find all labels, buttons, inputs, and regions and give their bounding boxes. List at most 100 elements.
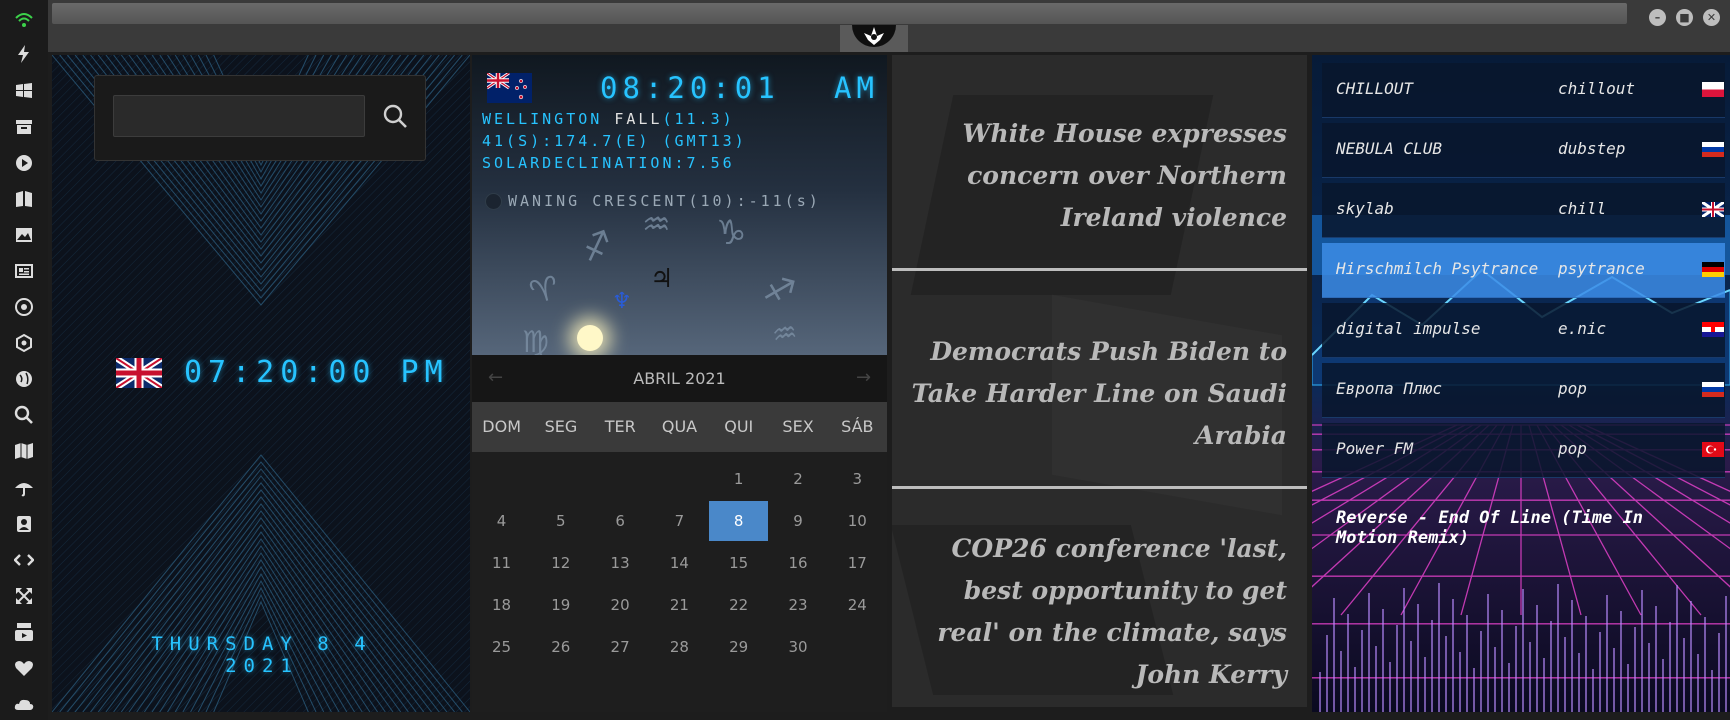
zodiac-capricorn-icon: ♑: [716, 213, 747, 253]
calendar-day[interactable]: 30: [769, 627, 828, 667]
neptune-symbol: ♆: [612, 289, 632, 314]
station-name: NEBULA CLUB: [1336, 139, 1442, 158]
russia-flag-icon: [1702, 142, 1724, 157]
search-icon[interactable]: [12, 403, 36, 427]
calendar-day[interactable]: 4: [472, 501, 531, 541]
remote-ampm: AM: [834, 71, 879, 105]
station-genre: dubstep: [1558, 139, 1626, 158]
maximize-button[interactable]: ■: [1676, 9, 1693, 26]
calendar-day[interactable]: 5: [531, 501, 590, 541]
calendar-day[interactable]: 9: [769, 501, 828, 541]
hexagon-icon[interactable]: [12, 331, 36, 355]
prev-month-arrow-icon[interactable]: ←: [488, 367, 503, 388]
umbrella-icon[interactable]: [12, 476, 36, 500]
globe-icon[interactable]: [12, 367, 36, 391]
search-input[interactable]: [113, 95, 365, 137]
location-extra: (11.3): [662, 110, 735, 128]
app-sidebar: [0, 0, 48, 720]
station-name: Европа Плюс: [1336, 379, 1442, 398]
calendar-day[interactable]: 25: [472, 627, 531, 667]
calendar-day[interactable]: 20: [591, 585, 650, 625]
calendar-day[interactable]: 17: [828, 543, 887, 583]
news-divider: [892, 486, 1307, 489]
radio-station-item[interactable]: Hirschmilch Psytrance psytrance: [1322, 243, 1725, 298]
calendar-day[interactable]: 19: [531, 585, 590, 625]
calendar-day[interactable]: 1: [709, 459, 768, 499]
calendar-day[interactable]: 13: [591, 543, 650, 583]
bolt-icon[interactable]: [12, 42, 36, 66]
jupiter-symbol: ♃: [650, 264, 674, 294]
calendar-day[interactable]: 24: [828, 585, 887, 625]
news-headline[interactable]: Democrats Push Biden to Take Harder Line…: [907, 331, 1287, 457]
calendar-day[interactable]: 18: [472, 585, 531, 625]
image-icon[interactable]: [12, 223, 36, 247]
radio-station-item[interactable]: skylab chill: [1322, 183, 1725, 238]
world-clock-widget: 08:20:01 AM WELLINGTON FALL(11.3) 41(S):…: [472, 55, 887, 355]
uk-flag-icon: [1702, 202, 1724, 217]
radio-station-item[interactable]: Power FM pop: [1322, 423, 1725, 478]
wifi-icon[interactable]: [12, 8, 36, 32]
radio-station-item[interactable]: Европа Плюс pop: [1322, 363, 1725, 418]
uk-flag-icon: [116, 358, 162, 388]
new-zealand-flag-icon: [487, 73, 532, 103]
radio-station-item[interactable]: NEBULA CLUB dubstep: [1322, 123, 1725, 178]
calendar-day[interactable]: 21: [650, 585, 709, 625]
weekday-label: DOM: [482, 417, 521, 436]
coordinates-line: 41(S):174.7(E) (GMT13): [482, 132, 747, 150]
location-name: WELLINGTON: [482, 110, 615, 128]
calendar-day[interactable]: 26: [531, 627, 590, 667]
cloud-icon[interactable]: [12, 692, 36, 716]
code-icon[interactable]: [12, 548, 36, 572]
calendar-day[interactable]: 15: [709, 543, 768, 583]
radio-station-item[interactable]: CHILLOUT chillout: [1322, 63, 1725, 118]
turkey-flag-icon: [1702, 442, 1724, 457]
calendar-day[interactable]: 7: [650, 501, 709, 541]
calendar-day[interactable]: 22: [709, 585, 768, 625]
calendar-day[interactable]: 28: [650, 627, 709, 667]
next-month-arrow-icon[interactable]: →: [856, 367, 871, 388]
calendar-day[interactable]: 12: [531, 543, 590, 583]
archive-icon[interactable]: [12, 115, 36, 139]
calendar-day[interactable]: 14: [650, 543, 709, 583]
close-button[interactable]: ✕: [1703, 9, 1720, 26]
heart-icon[interactable]: [12, 656, 36, 680]
radio-station-item[interactable]: digital impulse e.nic: [1322, 303, 1725, 358]
windows-icon[interactable]: [12, 79, 36, 103]
expand-icon[interactable]: [12, 584, 36, 608]
weekday-label: TER: [604, 417, 636, 436]
local-date: THURSDAY 8 4 2021: [151, 633, 373, 677]
russia-flag-icon: [1702, 382, 1724, 397]
book-icon[interactable]: [12, 187, 36, 211]
calendar-day[interactable]: 29: [709, 627, 768, 667]
station-genre: pop: [1558, 439, 1587, 458]
weekday-label: QUA: [661, 417, 698, 436]
station-genre: psytrance: [1558, 259, 1645, 278]
play-icon[interactable]: [12, 151, 36, 175]
contact-icon[interactable]: [12, 512, 36, 536]
youtube-icon[interactable]: [12, 620, 36, 644]
settings-cog-icon[interactable]: [12, 295, 36, 319]
search-button[interactable]: [377, 98, 413, 134]
minimize-button[interactable]: –: [1649, 9, 1666, 26]
news-headline[interactable]: COP26 conference 'last, best opportunity…: [907, 528, 1287, 696]
calendar-day[interactable]: 3: [828, 459, 887, 499]
calendar-day-today[interactable]: 8: [709, 501, 769, 541]
station-name: CHILLOUT: [1336, 79, 1414, 98]
calendar-day[interactable]: 2: [769, 459, 828, 499]
calendar-day[interactable]: 23: [769, 585, 828, 625]
map-icon[interactable]: [12, 439, 36, 463]
calendar-day[interactable]: 16: [769, 543, 828, 583]
calendar-day[interactable]: 10: [828, 501, 887, 541]
logo-tab[interactable]: [840, 3, 908, 52]
news-headline[interactable]: White House expresses concern over North…: [907, 113, 1287, 239]
title-bar[interactable]: [52, 3, 1627, 24]
calendar-day[interactable]: 6: [591, 501, 650, 541]
station-genre: e.nic: [1558, 319, 1607, 338]
location-line: WELLINGTON FALL(11.3): [482, 110, 735, 128]
station-genre: pop: [1558, 379, 1587, 398]
news-icon[interactable]: [12, 259, 36, 283]
station-name: digital impulse: [1336, 319, 1481, 338]
calendar-day[interactable]: 27: [591, 627, 650, 667]
weekday-label: QUI: [724, 417, 754, 436]
calendar-day[interactable]: 11: [472, 543, 531, 583]
